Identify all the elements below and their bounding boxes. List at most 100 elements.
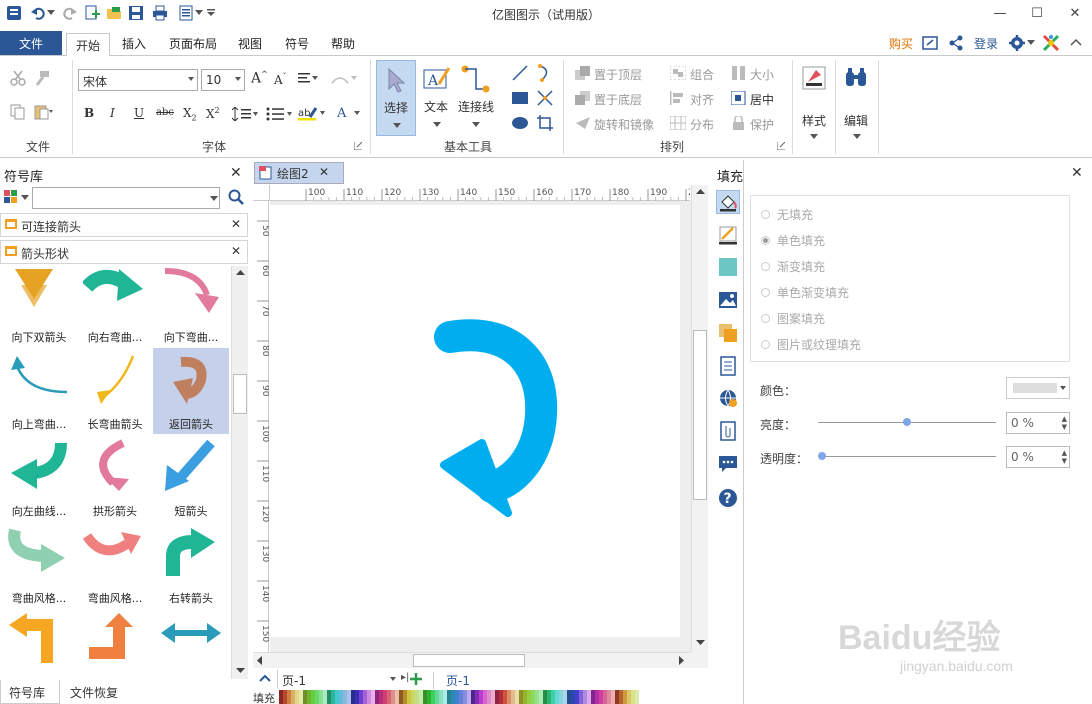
size-icon[interactable] bbox=[731, 66, 747, 80]
tab-page-layout[interactable]: 页面布局 bbox=[169, 35, 217, 52]
font-color-icon[interactable]: A bbox=[336, 105, 362, 121]
edit-button[interactable]: 编辑 bbox=[840, 60, 874, 139]
style-button[interactable]: 样式 bbox=[798, 60, 830, 139]
share-icon[interactable] bbox=[948, 35, 964, 51]
group-label[interactable]: 组合 bbox=[690, 66, 714, 83]
scroll-down-icon[interactable] bbox=[696, 640, 705, 646]
rotate-mirror-icon[interactable] bbox=[575, 116, 591, 130]
radio-button[interactable] bbox=[761, 288, 770, 297]
brightness-spinner-icon[interactable]: ▲ ▼ bbox=[1062, 415, 1067, 431]
radio-button[interactable] bbox=[761, 236, 770, 245]
symbol-item[interactable]: 双向箭头 bbox=[153, 609, 229, 679]
library-search-input[interactable] bbox=[32, 187, 220, 209]
rectangle-shape-icon[interactable] bbox=[511, 89, 529, 107]
tab-file-recovery[interactable]: 文件恢复 bbox=[62, 680, 126, 704]
size-label[interactable]: 大小 bbox=[750, 66, 774, 83]
line-shape-icon[interactable] bbox=[511, 64, 529, 82]
theme-icon[interactable] bbox=[1042, 34, 1060, 52]
transparency-spinner-icon[interactable]: ▲ ▼ bbox=[1062, 449, 1067, 465]
line-spacing-icon[interactable] bbox=[232, 107, 258, 121]
settings-gear-icon[interactable] bbox=[1008, 34, 1026, 52]
align-icon[interactable] bbox=[670, 91, 686, 105]
font-family-select[interactable]: 宋体 bbox=[78, 69, 198, 91]
rotate-mirror-label[interactable]: 旋转和镜像 bbox=[594, 116, 654, 133]
canvas-vscroll-thumb[interactable] bbox=[693, 330, 707, 500]
symbol-item[interactable]: 返回箭头 bbox=[153, 348, 229, 434]
tab-symbol-library[interactable]: 符号库 bbox=[0, 680, 60, 704]
bullet-list-icon[interactable] bbox=[266, 107, 292, 121]
lock-icon[interactable] bbox=[731, 116, 747, 130]
library-menu-icon[interactable] bbox=[4, 190, 30, 206]
center-icon[interactable] bbox=[731, 91, 747, 105]
color-picker[interactable] bbox=[1006, 377, 1070, 399]
crop-icon[interactable] bbox=[536, 114, 554, 132]
canvas-horizontal-scrollbar[interactable] bbox=[253, 652, 691, 668]
bold-button[interactable]: B bbox=[84, 106, 94, 120]
tab-symbol[interactable]: 符号 bbox=[285, 35, 309, 52]
radio-button[interactable] bbox=[761, 314, 770, 323]
search-icon[interactable] bbox=[228, 189, 244, 205]
symbol-item[interactable]: 长弯曲箭头 bbox=[77, 348, 153, 434]
send-to-back-icon[interactable] bbox=[575, 91, 591, 105]
symbol-item[interactable]: 上转箭头 bbox=[77, 609, 153, 679]
transparency-slider-knob[interactable] bbox=[818, 452, 826, 460]
comment-icon[interactable] bbox=[716, 452, 740, 476]
scroll-up-icon[interactable] bbox=[236, 270, 245, 276]
tab-home[interactable]: 开始 bbox=[66, 33, 110, 57]
cut-icon[interactable] bbox=[10, 70, 26, 86]
add-page-icon[interactable] bbox=[409, 672, 423, 686]
symbol-item[interactable]: 向上弯曲... bbox=[1, 348, 77, 434]
arrange-dialog-launcher-icon[interactable] bbox=[777, 142, 785, 150]
grow-font-button[interactable]: A^ bbox=[251, 70, 268, 87]
brightness-slider-knob[interactable] bbox=[903, 418, 911, 426]
italic-button[interactable]: I bbox=[110, 106, 115, 120]
buy-link[interactable]: 购买 bbox=[889, 35, 913, 52]
shadow-icon[interactable] bbox=[716, 255, 740, 279]
library-category-arrow-shapes[interactable]: 箭头形状 ✕ bbox=[0, 240, 248, 264]
fill-option[interactable]: 单色渐变填充 bbox=[761, 284, 849, 301]
scroll-right-icon[interactable] bbox=[679, 656, 685, 665]
fill-option[interactable]: 单色填充 bbox=[761, 232, 825, 249]
text-curve-icon[interactable] bbox=[330, 73, 358, 85]
scroll-left-icon[interactable] bbox=[257, 656, 263, 665]
fill-option[interactable]: 图片或纹理填充 bbox=[761, 336, 861, 353]
symbol-item[interactable]: 右转箭头 bbox=[153, 522, 229, 608]
file-menu-button[interactable]: 文件 bbox=[0, 31, 62, 55]
symbol-item[interactable]: 向右弯曲... bbox=[77, 265, 153, 347]
ellipse-shape-icon[interactable] bbox=[511, 114, 529, 132]
distribute-label[interactable]: 分布 bbox=[690, 116, 714, 133]
subscript-button[interactable]: X2 bbox=[183, 106, 197, 122]
highlight-color-icon[interactable]: ab bbox=[298, 105, 326, 121]
symbol-item[interactable]: 左转箭头 bbox=[1, 609, 77, 679]
brightness-input[interactable]: 0 % ▲ ▼ bbox=[1006, 412, 1070, 434]
line-style-icon[interactable] bbox=[716, 223, 740, 247]
canvas-hscroll-thumb[interactable] bbox=[413, 654, 525, 667]
minimize-button[interactable]: — bbox=[985, 2, 1015, 24]
login-link[interactable]: 登录 bbox=[974, 35, 998, 52]
shrink-font-button[interactable]: Aˇ bbox=[274, 72, 287, 87]
color-palette[interactable]: 填充 bbox=[253, 689, 743, 704]
curve-shape-icon[interactable] bbox=[536, 64, 554, 82]
layer-icon[interactable] bbox=[716, 321, 740, 345]
format-painter-icon[interactable] bbox=[34, 70, 50, 86]
page-properties-icon[interactable] bbox=[716, 354, 740, 378]
maximize-button[interactable]: ☐ bbox=[1022, 2, 1052, 24]
transparency-input[interactable]: 0 % ▲ ▼ bbox=[1006, 446, 1070, 468]
radio-button[interactable] bbox=[761, 262, 770, 271]
center-label[interactable]: 居中 bbox=[750, 91, 774, 108]
fill-tool-icon[interactable] bbox=[716, 190, 740, 214]
search-dropdown-icon[interactable] bbox=[210, 196, 218, 202]
protect-label[interactable]: 保护 bbox=[750, 116, 774, 133]
library-close-icon[interactable]: ✕ bbox=[230, 165, 242, 181]
image-icon[interactable] bbox=[716, 288, 740, 312]
crosshair-point-icon[interactable] bbox=[536, 89, 554, 107]
category-close-icon[interactable]: ✕ bbox=[231, 244, 241, 258]
text-tool-button[interactable]: A 文本 bbox=[420, 60, 454, 136]
bring-to-front-label[interactable]: 置于顶层 bbox=[594, 66, 642, 83]
strikethrough-button[interactable]: abc bbox=[156, 107, 174, 118]
radio-button[interactable] bbox=[761, 340, 770, 349]
hyperlink-globe-icon[interactable] bbox=[716, 386, 740, 410]
connector-tool-button[interactable]: 连接线 bbox=[456, 60, 496, 136]
scroll-down-icon[interactable] bbox=[236, 668, 245, 674]
copy-icon[interactable] bbox=[10, 104, 26, 120]
